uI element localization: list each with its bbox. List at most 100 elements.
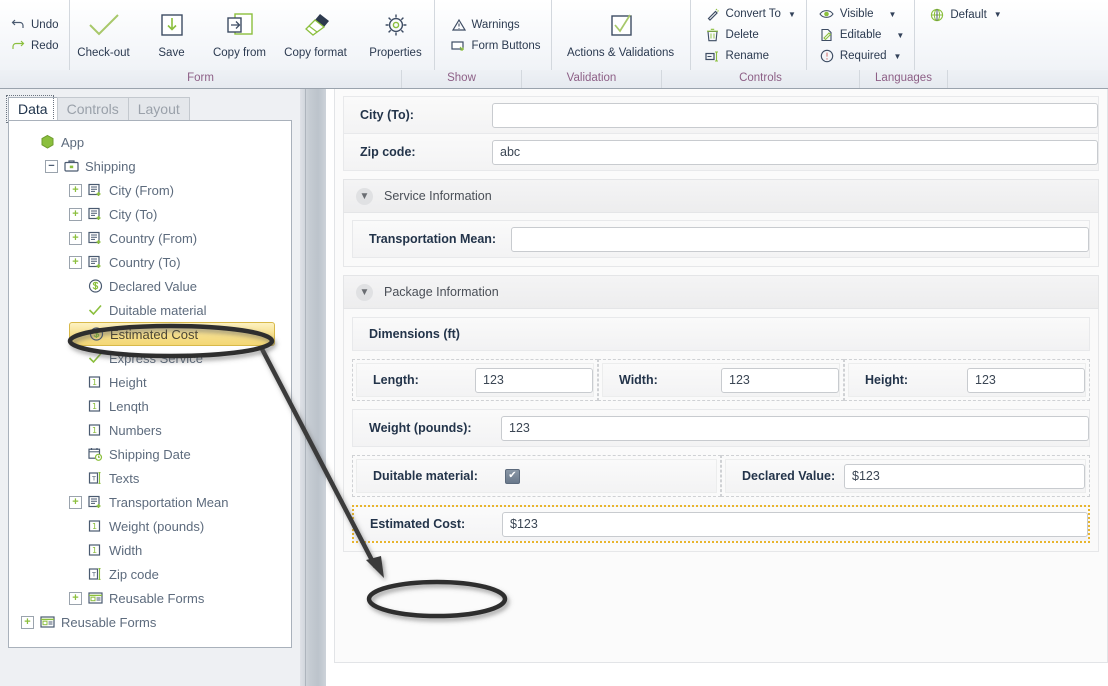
transportation-mean-input[interactable] xyxy=(511,226,1089,252)
form-row-transportation-mean[interactable]: Transportation Mean: xyxy=(352,220,1090,258)
collapse-minus-icon[interactable]: − xyxy=(45,159,58,173)
default-language-button[interactable]: Default ▼ xyxy=(925,4,1005,25)
width-input[interactable]: 123 xyxy=(721,367,839,393)
app-hex-icon xyxy=(39,134,56,150)
duitable-material-checkbox[interactable]: ✔ xyxy=(505,468,520,484)
save-button[interactable]: Save xyxy=(138,0,206,70)
expand-plus-icon[interactable]: + xyxy=(21,615,34,629)
reference-icon xyxy=(87,254,104,270)
copy-format-button[interactable]: Copy format xyxy=(274,0,358,70)
expand-plus-icon[interactable]: + xyxy=(69,495,82,509)
tree-node[interactable]: + Country (To) xyxy=(69,250,291,274)
reference-icon xyxy=(87,206,104,222)
form-buttons-button[interactable]: Form Buttons xyxy=(447,35,545,56)
tab-data[interactable]: Data xyxy=(8,97,58,121)
tree-node[interactable]: 1 Weight (pounds) xyxy=(69,514,291,538)
form-row-height[interactable]: Height: 123 xyxy=(848,363,1086,397)
panel-splitter[interactable] xyxy=(300,89,326,686)
redo-button[interactable]: Redo xyxy=(6,35,63,56)
tree-node[interactable]: T Zip code xyxy=(69,562,291,586)
chevron-down-icon[interactable]: ▼ xyxy=(356,283,373,301)
form-row-duitable-material[interactable]: Duitable material: ✔ xyxy=(356,459,717,493)
actions-validations-button[interactable]: Actions & Validations xyxy=(552,0,690,70)
rename-button[interactable]: Rename xyxy=(701,46,800,67)
tree-node[interactable]: Declared Value xyxy=(69,274,291,298)
zip-code-label: Zip code: xyxy=(360,145,416,159)
tree-node[interactable]: 1 Lenqth xyxy=(69,394,291,418)
tree-node[interactable]: + City (To) xyxy=(69,202,291,226)
data-tree[interactable]: App − Shipping + City (From) + City (To) + Count… xyxy=(8,120,292,648)
tree-node[interactable]: + Reusable Forms xyxy=(21,610,291,634)
form-row-city-to[interactable]: City (To): xyxy=(343,96,1099,134)
tree-node[interactable]: App xyxy=(21,130,291,154)
chevron-down-icon[interactable]: ▼ xyxy=(896,31,904,40)
delete-button[interactable]: Delete xyxy=(701,25,800,46)
tree-node[interactable]: + Transportation Mean xyxy=(69,490,291,514)
weight-label: Weight (pounds): xyxy=(369,421,472,435)
number-icon: 1 xyxy=(87,542,104,558)
package-information-body: Dimensions (ft) Length: 123 Width: 123 H… xyxy=(343,309,1099,552)
tree-node[interactable]: + Reusable Forms xyxy=(69,586,291,610)
chevron-down-icon[interactable]: ▼ xyxy=(994,10,1002,19)
tree-node[interactable]: − Shipping xyxy=(45,154,291,178)
form-row-estimated-cost[interactable]: Estimated Cost: $123 xyxy=(352,505,1090,543)
chevron-down-icon[interactable]: ▼ xyxy=(356,187,373,205)
checkmark-icon xyxy=(87,6,121,46)
tree-node[interactable]: Duitable material xyxy=(69,298,291,322)
form-row-weight[interactable]: Weight (pounds): 123 xyxy=(352,409,1090,447)
expand-plus-icon[interactable]: + xyxy=(69,207,82,221)
tab-layout[interactable]: Layout xyxy=(127,97,190,121)
tree-node-label: Texts xyxy=(109,470,140,486)
editable-button[interactable]: Editable ▼ xyxy=(815,25,908,46)
package-information-title: Package Information xyxy=(384,285,499,299)
tab-controls[interactable]: Controls xyxy=(56,97,129,121)
tree-node[interactable]: 1 Height xyxy=(69,370,291,394)
chevron-down-icon[interactable]: ▼ xyxy=(894,52,902,61)
visible-button[interactable]: Visible ▼ xyxy=(815,4,908,25)
package-information-header[interactable]: ▼ Package Information xyxy=(343,275,1099,309)
redo-label: Redo xyxy=(31,39,59,52)
height-input[interactable]: 123 xyxy=(967,367,1085,393)
tree-node-label: Declared Value xyxy=(109,278,197,294)
city-to-input[interactable] xyxy=(492,102,1098,128)
service-information-header[interactable]: ▼ Service Information xyxy=(343,179,1099,213)
dimensions-subheader: Dimensions (ft) xyxy=(352,317,1090,351)
undo-redo-stack: Undo Redo xyxy=(0,0,69,70)
tree-node[interactable]: + City (From) xyxy=(69,178,291,202)
expand-plus-icon[interactable]: + xyxy=(69,231,82,245)
check-out-button[interactable]: Check-out xyxy=(70,0,138,70)
money-icon xyxy=(88,326,105,342)
expand-plus-icon[interactable]: + xyxy=(69,255,82,269)
zip-code-input[interactable]: abc xyxy=(492,139,1098,165)
tree-node[interactable]: 1 Width xyxy=(69,538,291,562)
tree-node[interactable]: 1 Numbers xyxy=(69,418,291,442)
convert-to-button[interactable]: Convert To ▼ xyxy=(701,4,800,25)
tree-node[interactable]: T Texts xyxy=(69,466,291,490)
form-row-width[interactable]: Width: 123 xyxy=(602,363,840,397)
form-row-zip-code[interactable]: Zip code: abc xyxy=(343,133,1099,171)
properties-button[interactable]: Properties xyxy=(358,0,434,70)
required-button[interactable]: Required ▼ xyxy=(815,46,908,67)
undo-button[interactable]: Undo xyxy=(6,14,63,35)
tree-node[interactable]: Shipping Date xyxy=(69,442,291,466)
tree-node[interactable]: Express Service xyxy=(69,346,291,370)
form-designer-panel: City (To): Zip code: abc ▼ Service Infor… xyxy=(326,89,1108,686)
length-input[interactable]: 123 xyxy=(475,367,593,393)
svg-text:1: 1 xyxy=(92,546,97,555)
estimated-cost-input[interactable]: $123 xyxy=(502,511,1088,537)
expand-plus-icon[interactable]: + xyxy=(69,183,82,197)
tree-node-label: Express Service xyxy=(109,350,203,366)
chevron-down-icon[interactable]: ▼ xyxy=(889,10,897,19)
tree-node-selected[interactable]: Estimated Cost xyxy=(69,322,275,346)
chevron-down-icon[interactable]: ▼ xyxy=(788,10,796,19)
tree-node[interactable]: + Country (From) xyxy=(69,226,291,250)
weight-input[interactable]: 123 xyxy=(501,415,1089,441)
number-icon: 1 xyxy=(87,422,104,438)
expand-plus-icon[interactable]: + xyxy=(69,591,82,605)
form-row-length[interactable]: Length: 123 xyxy=(356,363,594,397)
declared-value-input[interactable]: $123 xyxy=(844,463,1085,489)
transportation-mean-label: Transportation Mean: xyxy=(369,232,497,246)
form-row-declared-value[interactable]: Declared Value: $123 xyxy=(725,459,1086,493)
warnings-button[interactable]: Warnings xyxy=(447,14,545,35)
copy-from-button[interactable]: Copy from xyxy=(206,0,274,70)
